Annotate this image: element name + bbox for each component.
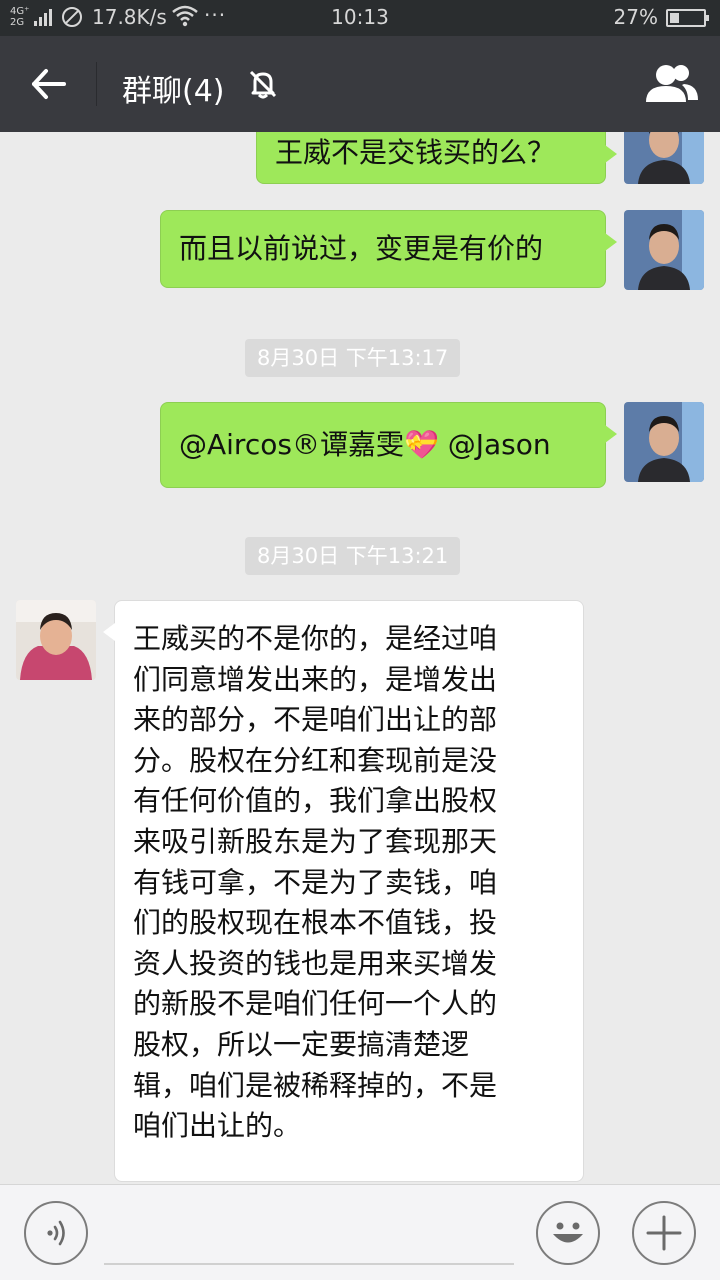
message-list: 王威不是交钱买的么？ 而且以前说过，变更是有价的 8月30日 下午13:17 @… (0, 132, 720, 1184)
group-members-icon[interactable] (644, 62, 700, 106)
input-bar (0, 1184, 720, 1280)
avatar[interactable] (624, 132, 704, 184)
message-text: 而且以前说过，变更是有价的 (179, 232, 544, 265)
plus-icon[interactable] (632, 1201, 696, 1265)
message-bubble[interactable]: 王威不是交钱买的么？ (256, 132, 617, 184)
message-text: @Aircos®谭嘉雯💝 @Jason (179, 428, 551, 461)
timestamp: 8月30日 下午13:17 (245, 339, 461, 377)
chat-header: 群聊(4) (0, 36, 720, 132)
emoji-icon[interactable] (536, 1201, 600, 1265)
header-divider (96, 62, 97, 106)
voice-icon[interactable] (24, 1201, 88, 1265)
message-bubble[interactable]: 而且以前说过，变更是有价的 (160, 210, 617, 288)
message-bubble[interactable]: 王威买的不是你的，是经过咱 们同意增发出来的，是增发出 来的部分，不是咱们出让的… (103, 600, 584, 1182)
chat-title: 群聊(4) (122, 74, 225, 109)
bell-muted-icon (246, 67, 280, 101)
clock: 10:13 (331, 5, 389, 29)
message-bubble[interactable]: @Aircos®谭嘉雯💝 @Jason (160, 402, 617, 488)
avatar[interactable] (624, 210, 704, 290)
timestamp: 8月30日 下午13:21 (245, 537, 461, 575)
message-input[interactable] (104, 1263, 514, 1265)
status-bar: 4G⁺ 2G 17.8K/s ··· 10:13 27% (0, 0, 720, 36)
battery-icon (666, 9, 709, 27)
battery-percent: 27% (613, 5, 658, 29)
message-text: 王威买的不是你的，是经过咱 们同意增发出来的，是增发出 来的部分，不是咱们出让的… (133, 622, 498, 1143)
message-text: 王威不是交钱买的么？ (275, 136, 556, 169)
arrow-left-icon[interactable] (24, 62, 72, 106)
avatar[interactable] (16, 600, 96, 680)
avatar[interactable] (624, 402, 704, 482)
